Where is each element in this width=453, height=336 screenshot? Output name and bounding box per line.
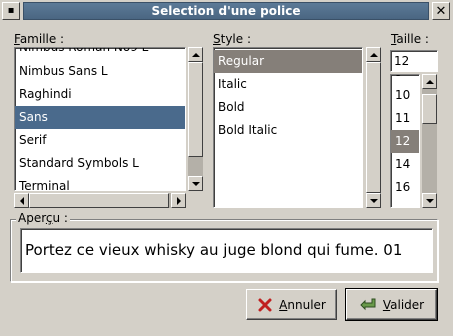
close-icon[interactable]: ✕ — [432, 2, 450, 20]
famille-label: Famille : — [14, 32, 65, 46]
arrow-down-icon — [369, 198, 378, 203]
title-bar: ▪ Selection d'une police ✕ — [0, 0, 453, 21]
list-item[interactable]: 9 — [391, 75, 419, 84]
famille-vscrollbar[interactable] — [188, 47, 203, 191]
taille-vscrollbar[interactable] — [422, 74, 437, 208]
scroll-left-button[interactable] — [14, 193, 29, 208]
cancel-x-icon — [258, 298, 272, 311]
cancel-label: Annuler — [279, 297, 326, 312]
scroll-up-button[interactable] — [366, 47, 381, 62]
famille-hscrollbar[interactable] — [14, 193, 186, 208]
taille-label: Taille : — [391, 32, 429, 46]
list-item[interactable]: 11 — [391, 107, 419, 130]
ok-label: Valider — [382, 297, 425, 312]
list-item[interactable]: Nimbus Roman No9 L — [15, 48, 185, 59]
list-item[interactable]: Serif — [15, 129, 185, 152]
list-item[interactable]: Standard Symbols L — [15, 152, 185, 175]
arrow-up-icon — [369, 52, 378, 57]
scroll-down-button[interactable] — [188, 176, 203, 191]
list-item[interactable]: Raghindi — [15, 83, 185, 106]
scroll-down-button[interactable] — [366, 193, 381, 208]
scroll-thumb[interactable] — [366, 62, 381, 193]
taille-input[interactable]: 12 — [390, 50, 438, 72]
arrow-right-icon — [176, 196, 181, 205]
style-vscrollbar[interactable] — [366, 47, 381, 208]
check-arrow-icon — [360, 298, 376, 310]
list-item[interactable]: 14 — [391, 153, 419, 176]
list-item-selected[interactable]: Regular — [214, 50, 362, 73]
apercu-label: Aperçu : — [16, 211, 70, 225]
scroll-right-button[interactable] — [171, 193, 186, 208]
list-item-selected[interactable]: 12 — [391, 130, 419, 153]
famille-list[interactable]: Nimbus Roman No9 L Nimbus Sans L Raghind… — [14, 47, 186, 191]
list-item[interactable]: 10 — [391, 84, 419, 107]
scroll-up-button[interactable] — [188, 47, 203, 62]
ok-button[interactable]: Valider — [346, 289, 437, 320]
list-item[interactable]: Italic — [214, 73, 362, 96]
list-item-selected[interactable]: Sans — [15, 106, 185, 129]
style-list[interactable]: Regular Italic Bold Bold Italic — [213, 47, 363, 208]
arrow-left-icon — [19, 196, 24, 205]
list-item[interactable]: Bold — [214, 96, 362, 119]
scroll-down-button[interactable] — [422, 193, 437, 208]
arrow-down-icon — [425, 198, 434, 203]
scroll-thumb[interactable] — [188, 62, 203, 157]
taille-list[interactable]: 9 10 11 12 14 16 — [390, 74, 420, 208]
scroll-up-button[interactable] — [422, 74, 437, 89]
list-item[interactable]: 16 — [391, 176, 419, 199]
list-item[interactable]: Nimbus Sans L — [15, 60, 185, 83]
scroll-thumb[interactable] — [29, 193, 169, 208]
arrow-up-icon — [191, 52, 200, 57]
window-menu-icon[interactable]: ▪ — [2, 2, 20, 20]
arrow-up-icon — [425, 79, 434, 84]
list-item[interactable]: Terminal — [15, 175, 185, 190]
cancel-button[interactable]: Annuler — [246, 289, 337, 320]
scroll-thumb[interactable] — [422, 94, 437, 124]
style-label: Style : — [213, 32, 252, 46]
list-item[interactable]: Bold Italic — [214, 119, 362, 142]
arrow-down-icon — [191, 181, 200, 186]
window-title: Selection d'une police — [23, 2, 429, 20]
preview-text-field[interactable]: Portez ce vieux whisky au juge blond qui… — [20, 228, 433, 273]
